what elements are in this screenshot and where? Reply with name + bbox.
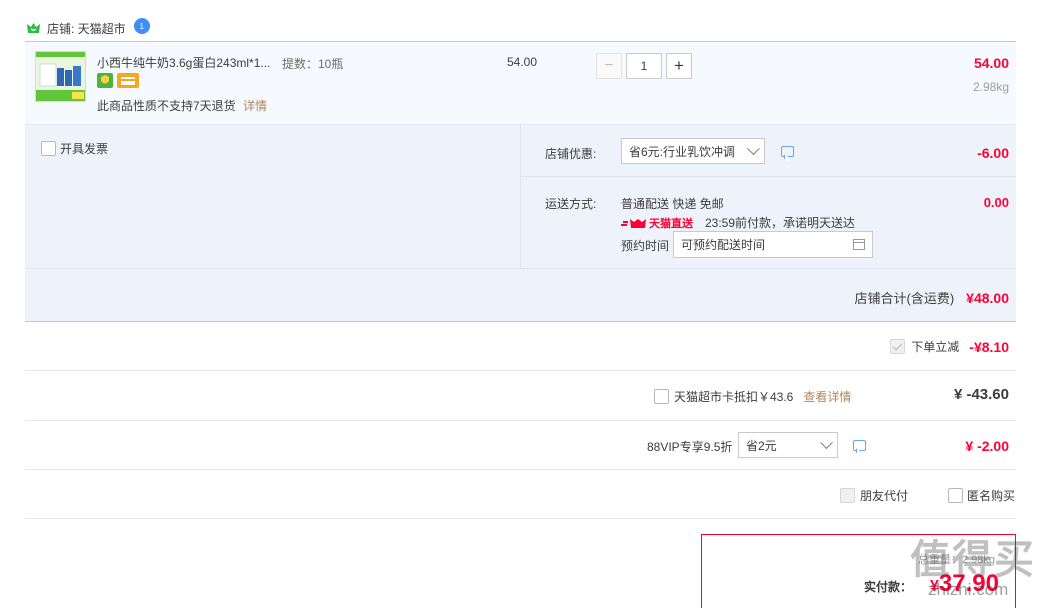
divider-card: [25, 420, 1016, 421]
product-title[interactable]: 小西牛纯牛奶3.6g蛋白243ml*1...: [97, 54, 270, 71]
unit-price: 54.00: [507, 55, 538, 69]
card-details-link[interactable]: 查看详情: [803, 388, 851, 405]
shop-chat-badge: 1: [139, 21, 144, 31]
reserve-label: 预约时间: [621, 239, 670, 253]
card-deduction-amount: ¥ -43.60: [953, 386, 1009, 403]
order-options-divider-vertical: [520, 124, 521, 269]
invoice-option[interactable]: 开具发票: [41, 140, 108, 157]
chevron-down-icon: [820, 435, 833, 449]
calendar-icon[interactable]: [853, 239, 865, 250]
shipping-label: 运送方式:: [545, 197, 597, 211]
service-badge-card-icon[interactable]: [117, 73, 139, 88]
shop-total-label: 店铺合计(含运费): [854, 291, 955, 306]
shipping-brand: 天猫直送 23:59前付款，承诺明天送达: [621, 214, 855, 231]
discount-select-value: 省6元:行业乳饮冲调: [629, 144, 736, 159]
reserve-time-input[interactable]: 可预约配送时间: [673, 231, 873, 258]
invoice-checkbox[interactable]: [41, 141, 56, 156]
friend-pay-label: 朋友代付: [860, 489, 909, 503]
anonymous-option[interactable]: 匿名购买: [948, 487, 1015, 504]
vip-label: 88VIP专享9.5折: [647, 440, 733, 454]
watermark-logo: 值得买: [910, 527, 1036, 585]
return-note-text: 此商品性质不支持7天退货: [97, 99, 236, 113]
vip-message-icon[interactable]: [853, 440, 866, 451]
milk-product-image: [36, 52, 85, 101]
discount-select[interactable]: 省6元:行业乳饮冲调: [621, 138, 765, 164]
order-discount: 下单立减 -¥8.10: [890, 338, 1009, 355]
product-spec: 提数：10瓶: [282, 57, 344, 71]
shop-name[interactable]: 店铺: 天猫超市: [47, 20, 126, 37]
order-options-divider-3: [25, 321, 1016, 322]
order-options-divider-1: [521, 176, 1016, 177]
card-deduction[interactable]: 天猫超市卡抵扣￥43.6 查看详情: [654, 388, 851, 405]
vip-select[interactable]: 省2元: [738, 432, 838, 458]
divider-vip: [25, 469, 1016, 470]
quantity-minus-button[interactable]: −: [596, 53, 622, 79]
card-deduction-checkbox[interactable]: [654, 389, 669, 404]
watermark-site: zhizhi.com: [928, 580, 1009, 599]
chevron-down-icon: [747, 141, 760, 155]
item-subtotal: 54.00: [973, 55, 1009, 71]
card-deduction-label: 天猫超市卡抵扣￥43.6: [674, 390, 794, 404]
anonymous-label: 匿名购买: [967, 489, 1016, 503]
quantity-stepper[interactable]: − 1 +: [596, 53, 692, 79]
vip-select-value: 省2元: [746, 438, 777, 453]
friend-pay-option: 朋友代付: [840, 487, 908, 504]
product-thumbnail[interactable]: [35, 51, 86, 102]
order-discount-label: 下单立减: [911, 340, 960, 354]
service-badge-guarantee-icon[interactable]: [97, 73, 113, 88]
shipping-brand-name: 天猫直送: [649, 217, 693, 230]
invoice-label: 开具发票: [60, 142, 109, 156]
shipping-promise: 23:59前付款，承诺明天送达: [705, 216, 856, 230]
shop-icon: [26, 22, 41, 34]
order-discount-amount: -¥8.10: [969, 338, 1009, 355]
reserve-time-placeholder: 可预约配送时间: [681, 238, 766, 252]
shipping-amount: 0.00: [983, 195, 1009, 210]
pay-total-label: 实付款：: [864, 580, 913, 594]
quantity-plus-button[interactable]: +: [666, 53, 692, 79]
vip-amount: ¥ -2.00: [965, 438, 1009, 454]
anonymous-checkbox[interactable]: [948, 488, 963, 503]
watermark-logo-text: 值得买: [910, 538, 1036, 582]
shop-chat-icon[interactable]: 1: [133, 18, 150, 34]
friend-pay-checkbox: [840, 488, 855, 503]
shop-total-amount: ¥48.00: [966, 289, 1009, 306]
divider-order-discount: [25, 370, 1016, 371]
shop-header: 店铺: 天猫超市 1: [26, 18, 150, 38]
quantity-input[interactable]: 1: [626, 53, 662, 79]
order-discount-checkbox: [890, 339, 906, 354]
discount-label: 店铺优惠:: [545, 147, 597, 161]
shipping-method: 普通配送 快递 免邮: [621, 197, 724, 211]
details-link[interactable]: 详情: [243, 99, 267, 113]
item-weight: 2.98kg: [972, 80, 1009, 94]
shop-total: 店铺合计(含运费) ¥48.00: [855, 288, 1010, 307]
divider-options: [25, 518, 1016, 519]
order-options-divider-2: [25, 268, 1016, 269]
tmall-direct-icon: [621, 217, 647, 229]
discount-message-icon[interactable]: [781, 146, 794, 157]
discount-amount: -6.00: [977, 145, 1009, 161]
return-note: 此商品性质不支持7天退货 详情: [97, 97, 267, 114]
